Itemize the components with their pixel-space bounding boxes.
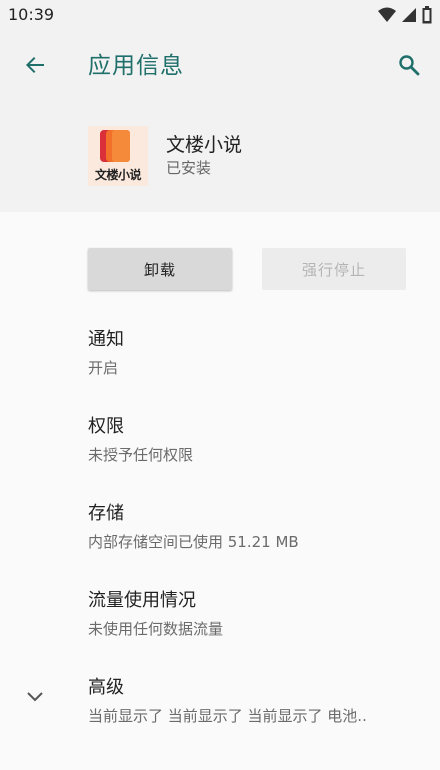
setting-title: 流量使用情况	[88, 590, 196, 611]
status-time: 10:39	[8, 5, 55, 24]
page-title: 应用信息	[88, 53, 184, 79]
setting-advanced[interactable]: 高级 当前显示了 当前显示了 当前显示了 电池..	[88, 673, 418, 726]
search-button[interactable]	[392, 48, 426, 82]
setting-title: 权限	[88, 416, 124, 437]
arrow-left-icon	[26, 57, 44, 73]
uninstall-button[interactable]: 卸载	[88, 248, 232, 290]
setting-subtitle: 未使用任何数据流量	[88, 620, 224, 638]
setting-subtitle: 未授予任何权限	[88, 446, 194, 464]
setting-subtitle: 当前显示了 当前显示了 当前显示了 电池..	[88, 707, 367, 725]
app-name: 文楼小说	[166, 134, 243, 156]
status-bar: 10:39	[0, 0, 440, 30]
signal-icon	[402, 7, 416, 27]
app-icon-label: 文楼小说	[94, 168, 142, 182]
app-icon: 文楼小说	[88, 126, 148, 186]
advanced-expand-button[interactable]	[22, 684, 48, 710]
setting-permissions[interactable]: 权限 未授予任何权限	[88, 412, 418, 465]
chevron-down-icon	[27, 692, 43, 702]
setting-title: 通知	[88, 329, 124, 350]
setting-notifications[interactable]: 通知 开启	[88, 325, 418, 378]
setting-title: 高级	[88, 677, 124, 698]
setting-subtitle: 内部存储空间已使用 51.21 MB	[88, 533, 299, 551]
setting-subtitle: 开启	[88, 359, 119, 377]
app-install-status: 已安装	[166, 159, 212, 177]
setting-title: 存储	[88, 503, 124, 524]
battery-icon	[422, 6, 432, 28]
wifi-icon	[378, 7, 396, 27]
setting-storage[interactable]: 存储 内部存储空间已使用 51.21 MB	[88, 499, 418, 552]
back-button[interactable]	[18, 48, 52, 82]
app-info-header: 应用信息 文楼小说 文楼小说 已安装	[0, 30, 440, 212]
search-icon	[399, 55, 420, 76]
setting-data-usage[interactable]: 流量使用情况 未使用任何数据流量	[88, 586, 418, 639]
status-icons	[378, 6, 432, 28]
force-stop-button[interactable]: 强行停止	[262, 248, 406, 290]
